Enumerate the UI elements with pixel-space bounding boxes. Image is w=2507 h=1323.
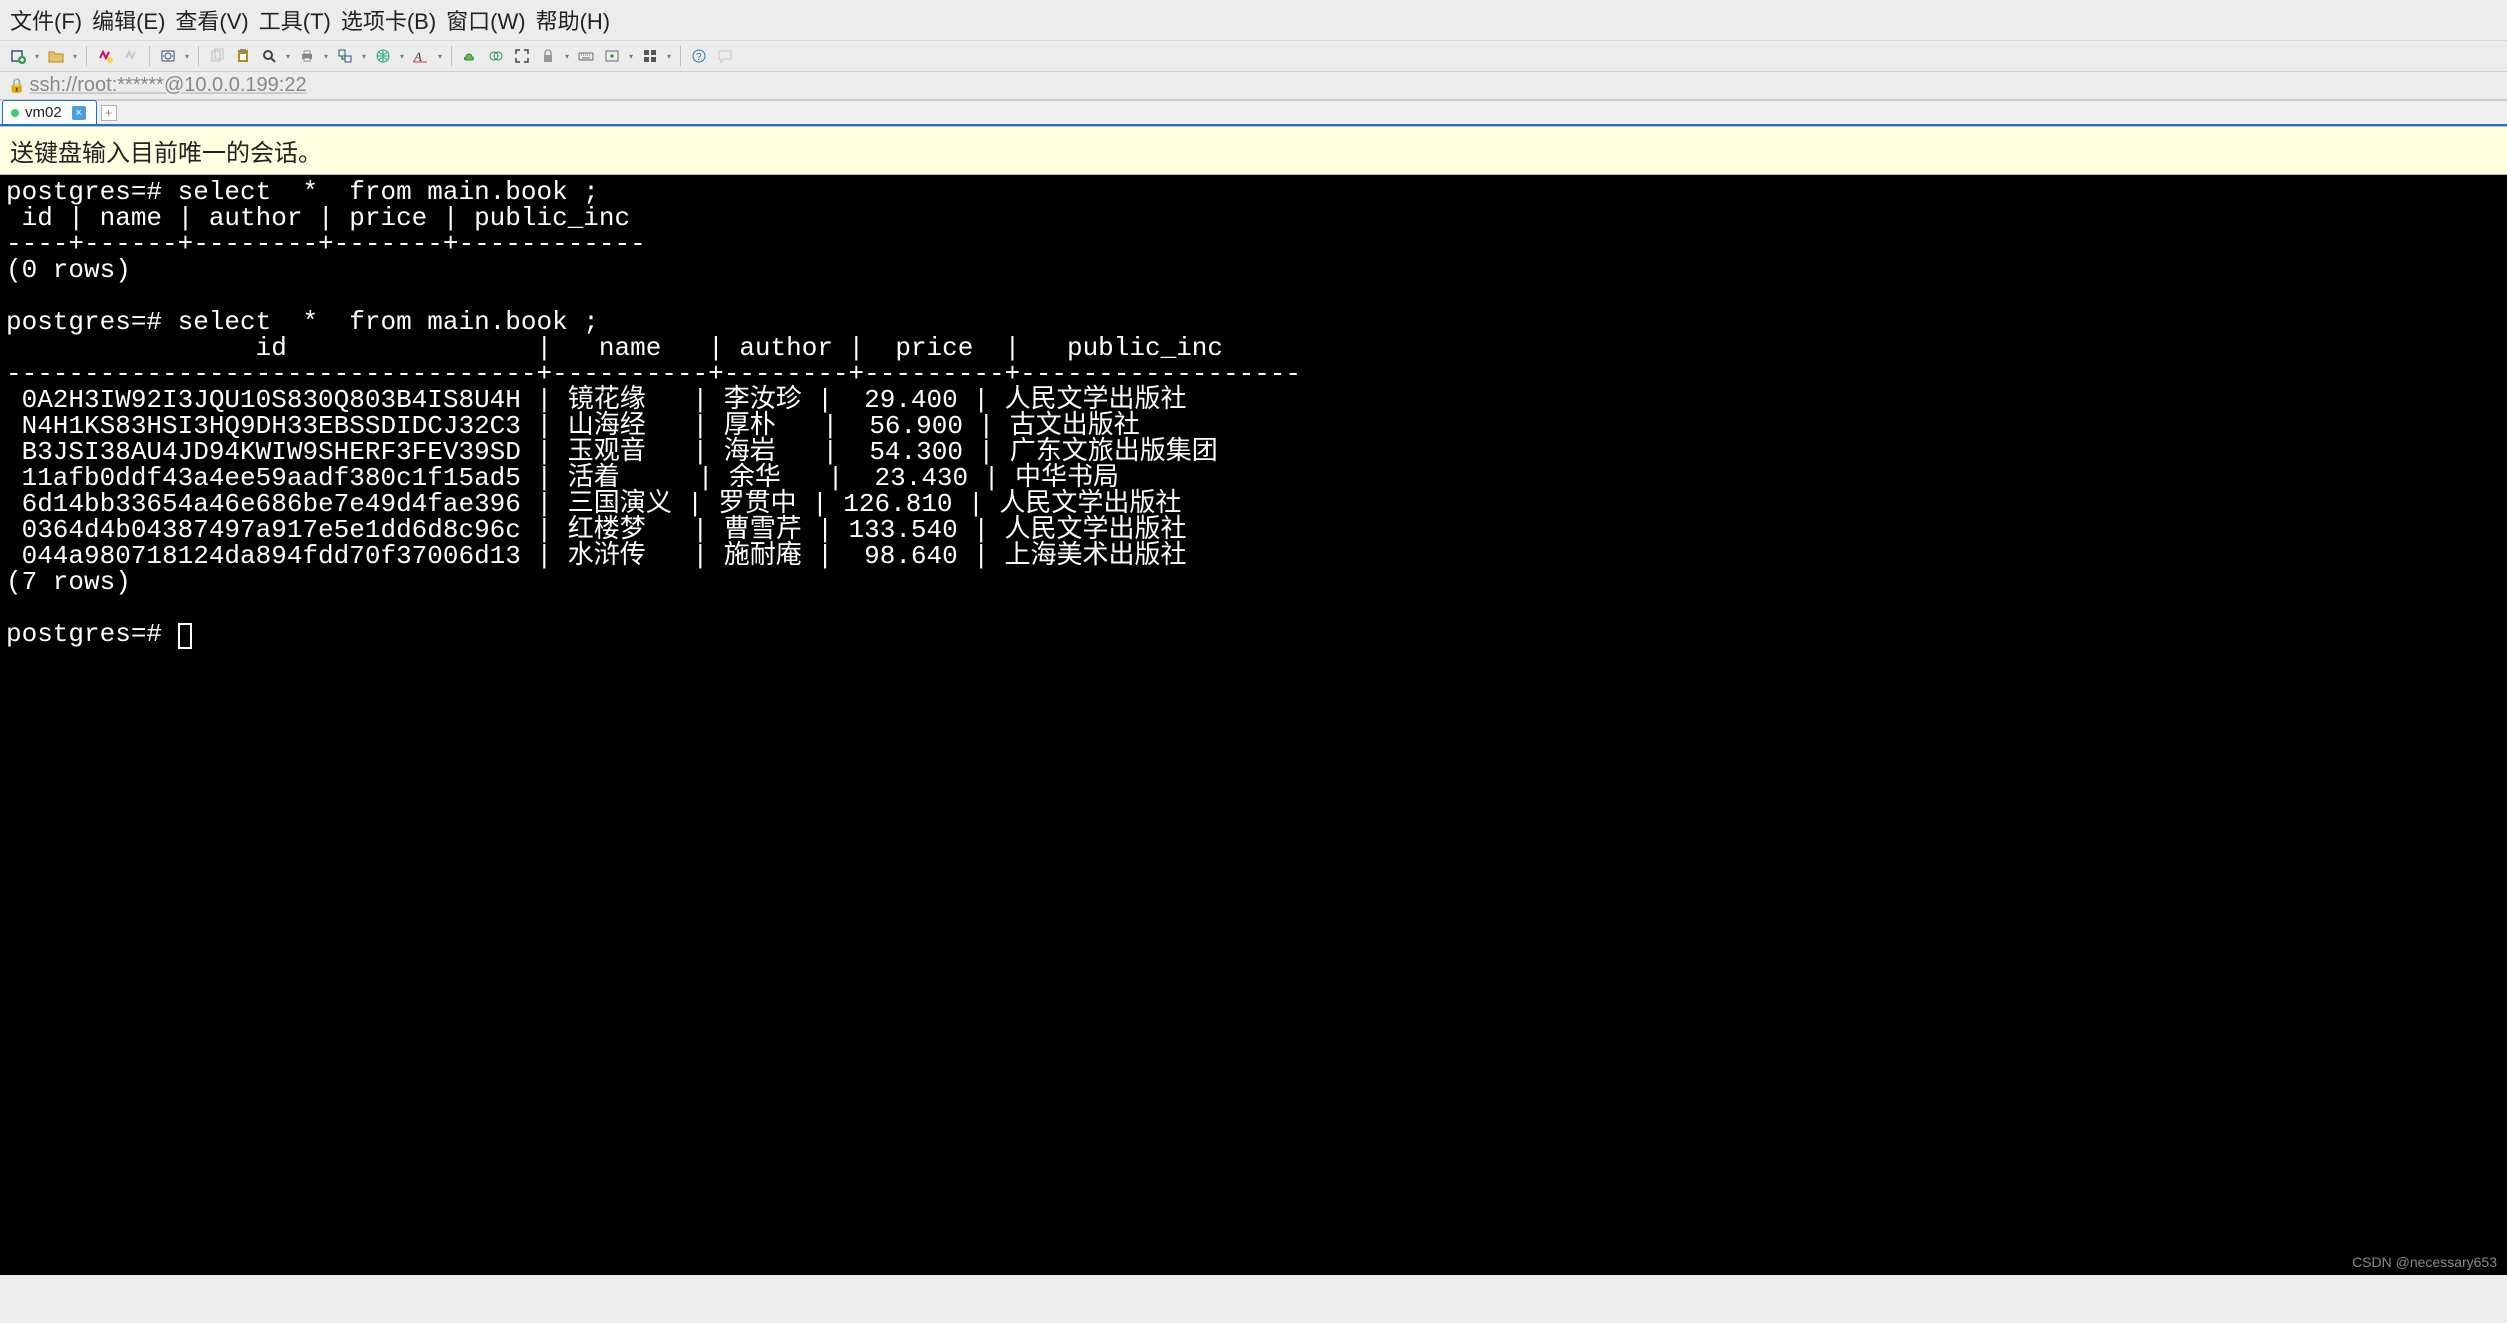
globe-dropdown-icon[interactable]: ▾ — [397, 43, 407, 69]
tab-vm02[interactable]: vm02 × — [2, 100, 97, 124]
disconnect-icon[interactable] — [119, 43, 143, 69]
options-dropdown-icon[interactable]: ▾ — [182, 43, 192, 69]
lock-small-icon: 🔒 — [8, 77, 25, 94]
print-icon[interactable] — [295, 43, 319, 69]
tab-close-icon[interactable]: × — [72, 106, 86, 120]
lock-dropdown-icon[interactable]: ▾ — [562, 43, 572, 69]
terminal-cursor — [178, 623, 192, 649]
menu-tools[interactable]: 工具(T) — [259, 4, 331, 36]
address-text[interactable]: ssh://root:******@10.0.0.199:22 — [29, 74, 306, 97]
chat-icon[interactable] — [713, 43, 737, 69]
toolbar: ▾ ▾ ▾ ▾ ▾ ▾ ▾ A ▾ ▾ ▾ ▾ ? — [0, 41, 2507, 72]
print-dropdown-icon[interactable]: ▾ — [321, 43, 331, 69]
open-session-icon[interactable] — [44, 43, 68, 69]
new-session-icon[interactable] — [6, 43, 30, 69]
transfer-dropdown-icon[interactable]: ▾ — [359, 43, 369, 69]
script-icon[interactable] — [458, 43, 482, 69]
separator — [451, 46, 452, 66]
info-message: 送键盘输入目前唯一的会话。 — [10, 140, 322, 167]
separator — [149, 46, 150, 66]
status-dot-icon — [11, 109, 19, 117]
svg-text:?: ? — [696, 52, 702, 63]
menu-edit[interactable]: 编辑(E) — [92, 4, 165, 36]
reconnect-icon[interactable] — [93, 43, 117, 69]
menu-view[interactable]: 查看(V) — [175, 4, 248, 36]
options-icon[interactable] — [156, 43, 180, 69]
find-icon[interactable] — [257, 43, 281, 69]
tab-label: vm02 — [25, 104, 62, 121]
layout-dropdown-icon[interactable]: ▾ — [664, 43, 674, 69]
fullscreen-icon[interactable] — [510, 43, 534, 69]
add-tab-dropdown-icon[interactable]: ▾ — [626, 43, 636, 69]
tab-add-icon[interactable]: + — [101, 105, 117, 121]
menu-tabs[interactable]: 选项卡(B) — [341, 4, 436, 36]
new-session-dropdown-icon[interactable]: ▾ — [32, 43, 42, 69]
find-dropdown-icon[interactable]: ▾ — [283, 43, 293, 69]
separator — [198, 46, 199, 66]
keyboard-icon[interactable] — [574, 43, 598, 69]
watermark: CSDN @necessary653 — [2352, 1255, 2497, 1269]
font-icon[interactable]: A — [409, 43, 433, 69]
menu-help[interactable]: 帮助(H) — [536, 4, 611, 36]
separator — [86, 46, 87, 66]
terminal[interactable]: postgres=# select * from main.book ; id … — [0, 175, 2507, 1275]
add-tab-icon[interactable] — [600, 43, 624, 69]
transfer-icon[interactable] — [333, 43, 357, 69]
lock-icon[interactable] — [536, 43, 560, 69]
paste-icon[interactable] — [231, 43, 255, 69]
address-bar: 🔒 ssh://root:******@10.0.0.199:22 — [0, 72, 2507, 100]
font-dropdown-icon[interactable]: ▾ — [435, 43, 445, 69]
help-icon[interactable]: ? — [687, 43, 711, 69]
globe-icon[interactable] — [371, 43, 395, 69]
info-bar: 送键盘输入目前唯一的会话。 — [0, 126, 2507, 175]
record-icon[interactable] — [484, 43, 508, 69]
layout-icon[interactable] — [638, 43, 662, 69]
menu-window[interactable]: 窗口(W) — [446, 4, 525, 36]
menubar: 文件(F) 编辑(E) 查看(V) 工具(T) 选项卡(B) 窗口(W) 帮助(… — [0, 0, 2507, 41]
tabstrip: vm02 × + — [0, 100, 2507, 126]
copy-icon[interactable] — [205, 43, 229, 69]
open-session-dropdown-icon[interactable]: ▾ — [70, 43, 80, 69]
menu-file[interactable]: 文件(F) — [10, 4, 82, 36]
separator — [680, 46, 681, 66]
